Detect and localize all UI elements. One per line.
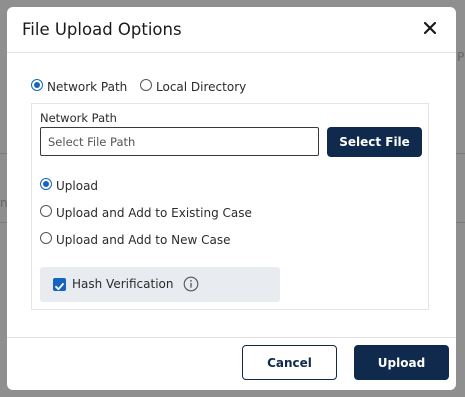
dialog-title: File Upload Options	[22, 20, 182, 39]
backdrop-divider	[456, 153, 465, 154]
file-path-input[interactable]	[40, 127, 319, 156]
hash-verification-label[interactable]: Hash Verification	[72, 277, 173, 291]
checkmark-icon	[55, 283, 64, 291]
upload-button[interactable]: Upload	[354, 345, 449, 380]
upload-add-existing-case-radio[interactable]	[40, 205, 52, 217]
network-path-radio[interactable]	[31, 79, 43, 91]
network-path-option-label[interactable]: Network Path	[47, 80, 127, 94]
hash-verification-option: Hash Verification	[40, 267, 280, 302]
backdrop-divider	[0, 222, 7, 223]
select-file-button[interactable]: Select File	[327, 127, 422, 157]
close-icon[interactable]	[421, 19, 439, 37]
upload-add-new-case-label[interactable]: Upload and Add to New Case	[56, 233, 231, 247]
upload-add-existing-case-label[interactable]: Upload and Add to Existing Case	[56, 206, 252, 220]
local-directory-radio[interactable]	[140, 79, 152, 91]
backdrop-text: P	[457, 50, 465, 64]
footer-divider	[7, 337, 456, 338]
info-icon[interactable]	[183, 276, 199, 292]
local-directory-option-label[interactable]: Local Directory	[156, 80, 246, 94]
backdrop-divider	[456, 222, 465, 223]
upload-add-new-case-radio[interactable]	[40, 232, 52, 244]
backdrop-divider	[0, 153, 7, 154]
upload-radio[interactable]	[40, 178, 52, 190]
file-upload-dialog: File Upload Options Network Path Local D…	[7, 7, 456, 390]
cancel-button[interactable]: Cancel	[242, 345, 337, 380]
hash-verification-checkbox[interactable]	[53, 278, 66, 291]
upload-option-label[interactable]: Upload	[56, 179, 98, 193]
dialog-header: File Upload Options	[7, 7, 456, 53]
network-path-field-label: Network Path	[40, 111, 117, 125]
